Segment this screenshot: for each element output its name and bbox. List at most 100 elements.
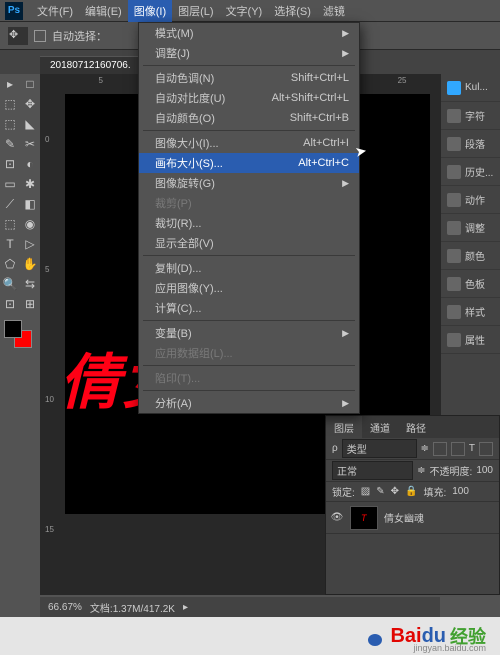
filter-pixel-icon[interactable] [433, 442, 447, 456]
tool-16[interactable]: T [0, 234, 20, 254]
panel-tab[interactable]: 调整 [441, 214, 500, 242]
lock-position-icon[interactable]: ✥ [391, 486, 399, 497]
menu-item[interactable]: 图像旋转(G)▶ [139, 173, 359, 193]
tool-2[interactable]: ⬚ [0, 94, 20, 114]
menu-item: 裁剪(P) [139, 193, 359, 213]
tool-8[interactable]: ⊡ [0, 154, 20, 174]
ruler-vertical: 051015 [45, 74, 61, 595]
panel-tab[interactable]: 色板 [441, 270, 500, 298]
tool-7[interactable]: ✂ [20, 134, 40, 154]
panel-tab[interactable]: 样式 [441, 298, 500, 326]
tool-11[interactable]: ✱ [20, 174, 40, 194]
auto-select-label: 自动选择： [52, 28, 107, 44]
tool-20[interactable]: 🔍 [0, 274, 20, 294]
zoom-level[interactable]: 66.67% [48, 602, 82, 613]
lock-all-icon[interactable]: 🔒 [405, 486, 417, 497]
layer-kind-select[interactable]: 类型 [342, 439, 417, 458]
menu-item[interactable]: 自动颜色(O)Shift+Ctrl+B [139, 108, 359, 128]
tool-6[interactable]: ✎ [0, 134, 20, 154]
panel-tab[interactable]: 字符 [441, 102, 500, 130]
menu-4[interactable]: 文字(Y) [220, 0, 269, 22]
tool-14[interactable]: ⬚ [0, 214, 20, 234]
document-tab[interactable]: 20180712160706. [40, 56, 141, 74]
menu-item[interactable]: 调整(J)▶ [139, 43, 359, 63]
blend-mode-select[interactable]: 正常 [332, 461, 413, 480]
tool-4[interactable]: ⬚ [0, 114, 20, 134]
menu-item[interactable]: 画布大小(S)...Alt+Ctrl+C [139, 153, 359, 173]
doc-size: 文档:1.37M/417.2K [90, 600, 175, 615]
cursor-icon: ➤ [354, 142, 369, 161]
move-tool-icon[interactable]: ✥ [8, 27, 28, 45]
tool-1[interactable]: □ [20, 74, 40, 94]
paw-icon [364, 626, 386, 646]
menu-5[interactable]: 选择(S) [268, 0, 317, 22]
tool-21[interactable]: ⇆ [20, 274, 40, 294]
fill-value[interactable]: 100 [452, 486, 469, 497]
color-swatch[interactable] [4, 320, 32, 348]
tool-10[interactable]: ▭ [0, 174, 20, 194]
right-panel-dock: Kul...字符段落历史...动作调整颜色色板样式属性 [440, 74, 500, 415]
panel-tab[interactable]: 历史... [441, 158, 500, 186]
lock-transparency-icon[interactable]: ▨ [361, 486, 370, 497]
layers-tab[interactable]: 路径 [398, 416, 434, 438]
opacity-value[interactable]: 100 [476, 465, 493, 476]
panel-tab[interactable]: 段落 [441, 130, 500, 158]
foreground-color[interactable] [4, 320, 22, 338]
filter-adjust-icon[interactable] [451, 442, 465, 456]
menu-item[interactable]: 图像大小(I)...Alt+Ctrl+I [139, 133, 359, 153]
menu-6[interactable]: 滤镜 [317, 0, 351, 22]
panel-tab[interactable]: 颜色 [441, 242, 500, 270]
visibility-icon[interactable]: 👁 [330, 512, 344, 523]
menu-item[interactable]: 自动色调(N)Shift+Ctrl+L [139, 68, 359, 88]
menu-item[interactable]: 变量(B)▶ [139, 323, 359, 343]
panel-tab[interactable]: 属性 [441, 326, 500, 354]
tool-19[interactable]: ✋ [20, 254, 40, 274]
layers-panel: 图层通道路径 ρ 类型 ≑ T 正常 ≑ 不透明度: 100 锁定: ▨ ✎ ✥… [325, 415, 500, 595]
fill-label: 填充: [423, 484, 446, 499]
layers-tab[interactable]: 图层 [326, 416, 362, 438]
tool-12[interactable]: ⟋ [0, 194, 20, 214]
watermark-url: jingyan.baidu.com [413, 643, 486, 653]
tab-title: 20180712160706. [50, 60, 131, 71]
status-arrow-icon[interactable]: ▸ [183, 602, 188, 613]
tool-5[interactable]: ◣ [20, 114, 40, 134]
menu-item[interactable]: 裁切(R)... [139, 213, 359, 233]
menu-item[interactable]: 复制(D)... [139, 258, 359, 278]
tool-9[interactable]: ◐ [20, 154, 40, 174]
menu-3[interactable]: 图层(L) [172, 0, 219, 22]
tool-3[interactable]: ✥ [20, 94, 40, 114]
lock-paint-icon[interactable]: ✎ [376, 486, 384, 497]
status-bar: 66.67% 文档:1.37M/417.2K ▸ [40, 597, 440, 617]
menu-item[interactable]: 自动对比度(U)Alt+Shift+Ctrl+L [139, 88, 359, 108]
watermark: Baidu 经验 jingyan.baidu.com [0, 617, 500, 655]
layer-thumbnail[interactable] [350, 506, 378, 530]
layer-name[interactable]: 倩女幽魂 [384, 510, 424, 525]
panel-tab[interactable]: Kul... [441, 74, 500, 102]
tool-18[interactable]: ⬠ [0, 254, 20, 274]
filter-shape-icon[interactable] [479, 442, 493, 456]
auto-select-checkbox[interactable] [34, 30, 46, 42]
filter-text-icon[interactable]: T [469, 443, 475, 454]
menu-item[interactable]: 分析(A)▶ [139, 393, 359, 413]
panel-tab[interactable]: 动作 [441, 186, 500, 214]
menu-1[interactable]: 编辑(E) [79, 0, 128, 22]
tool-13[interactable]: ◧ [20, 194, 40, 214]
tool-23[interactable]: ⊞ [20, 294, 40, 314]
menu-2[interactable]: 图像(I) [128, 0, 172, 22]
layers-panel-tabs: 图层通道路径 [326, 416, 499, 438]
layers-filter-row: ρ 类型 ≑ T [326, 438, 499, 460]
menu-0[interactable]: 文件(F) [31, 0, 79, 22]
layer-row[interactable]: 👁 倩女幽魂 [326, 502, 499, 534]
menu-item: 应用数据组(L)... [139, 343, 359, 363]
tool-22[interactable]: ⊡ [0, 294, 20, 314]
opacity-label: 不透明度: [430, 463, 473, 478]
layers-tab[interactable]: 通道 [362, 416, 398, 438]
tool-17[interactable]: ▷ [20, 234, 40, 254]
tool-0[interactable]: ▸ [0, 74, 20, 94]
menu-item[interactable]: 计算(C)... [139, 298, 359, 318]
menu-item[interactable]: 应用图像(Y)... [139, 278, 359, 298]
tool-15[interactable]: ◉ [20, 214, 40, 234]
menu-item[interactable]: 显示全部(V) [139, 233, 359, 253]
layers-blend-row: 正常 ≑ 不透明度: 100 [326, 460, 499, 482]
menu-item[interactable]: 模式(M)▶ [139, 23, 359, 43]
